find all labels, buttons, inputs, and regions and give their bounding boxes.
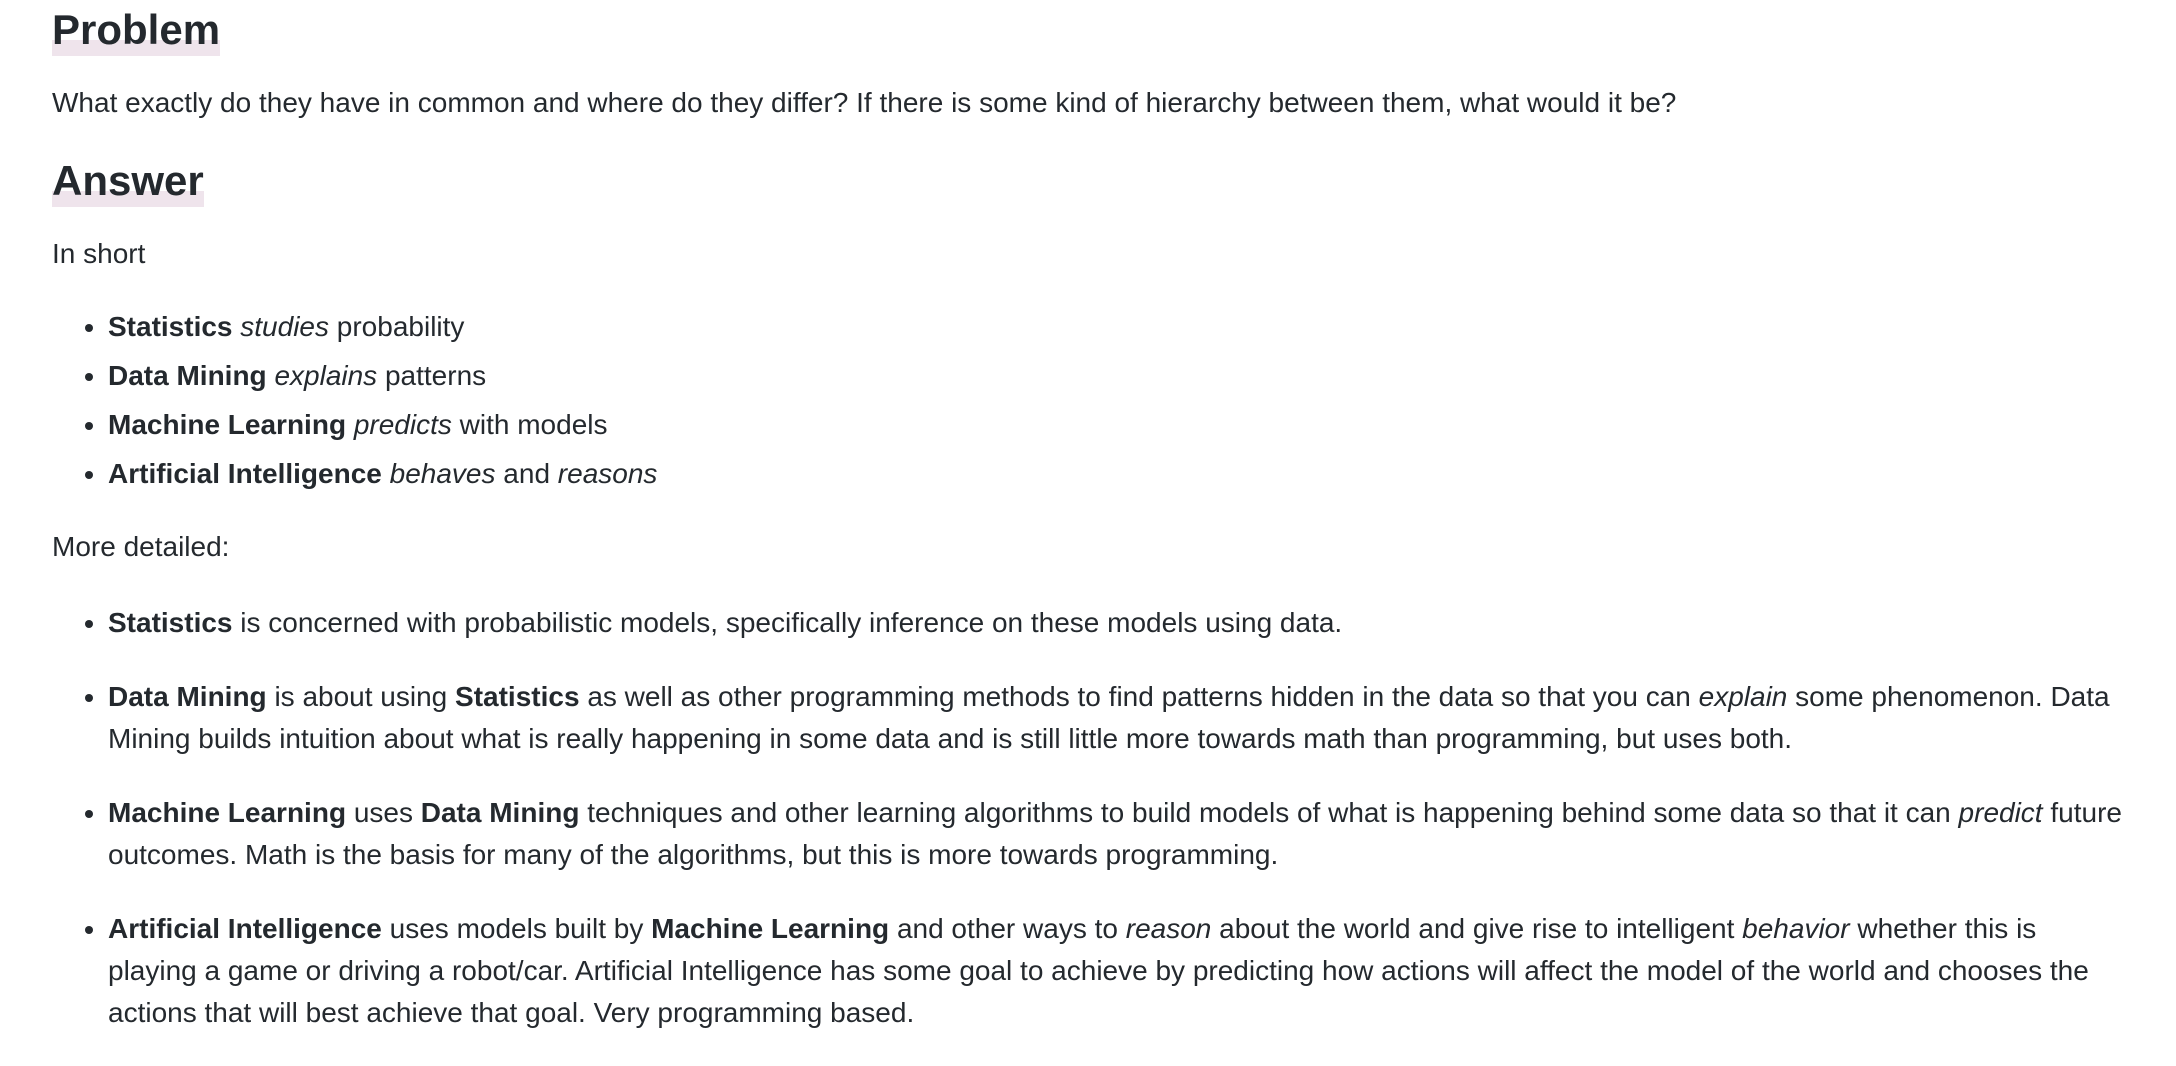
text: is concerned with probabilistic models, … bbox=[240, 607, 1343, 638]
answer-document: Problem What exactly do they have in com… bbox=[0, 0, 2176, 1052]
term: Artificial Intelligence bbox=[108, 913, 382, 944]
answer-heading: Answer bbox=[52, 155, 204, 207]
verb: predicts bbox=[353, 409, 452, 440]
text: uses models built by bbox=[389, 913, 644, 944]
emphasis: behavior bbox=[1742, 913, 1850, 944]
list-item: Machine Learning predicts with models bbox=[108, 404, 2132, 453]
in-short-label: In short bbox=[52, 238, 146, 269]
term: Artificial Intelligence bbox=[108, 458, 382, 489]
text: uses bbox=[353, 797, 413, 828]
text: is about using bbox=[274, 681, 448, 712]
conjunction: and bbox=[503, 458, 551, 489]
verb: behaves bbox=[389, 458, 496, 489]
list-item: Data Mining explains patterns bbox=[108, 355, 2132, 404]
detailed-list: Statistics is concerned with probabilist… bbox=[52, 602, 2132, 1066]
term: Machine Learning bbox=[651, 913, 890, 944]
problem-question: What exactly do they have in common and … bbox=[52, 87, 1677, 118]
text: techniques and other learning algorithms… bbox=[587, 797, 1951, 828]
term: Statistics bbox=[455, 681, 580, 712]
more-detailed-label: More detailed: bbox=[52, 531, 230, 562]
list-item: Machine Learning uses Data Mining techni… bbox=[108, 792, 2132, 876]
answer-heading-wrap: Answer bbox=[52, 155, 204, 215]
list-item: Data Mining is about using Statistics as… bbox=[108, 676, 2132, 760]
emphasis: predict bbox=[1958, 797, 2043, 828]
text: and other ways to bbox=[896, 913, 1118, 944]
verb: reasons bbox=[557, 458, 658, 489]
term: Data Mining bbox=[108, 681, 267, 712]
term: Statistics bbox=[108, 607, 233, 638]
rest: probability bbox=[336, 311, 465, 342]
list-item: Statistics studies probability bbox=[108, 306, 2132, 355]
verb: studies bbox=[240, 311, 329, 342]
rest: with models bbox=[459, 409, 608, 440]
term: Data Mining bbox=[108, 360, 267, 391]
term: Machine Learning bbox=[108, 797, 347, 828]
term: Statistics bbox=[108, 311, 233, 342]
list-item: Artificial Intelligence behaves and reas… bbox=[108, 453, 2132, 502]
term: Data Mining bbox=[420, 797, 580, 828]
verb: explains bbox=[274, 360, 378, 391]
text: as well as other programming methods to … bbox=[587, 681, 1691, 712]
problem-heading: Problem bbox=[52, 4, 221, 56]
emphasis: reason bbox=[1125, 913, 1212, 944]
list-item: Artificial Intelligence uses models buil… bbox=[108, 908, 2132, 1034]
short-summary-list: Statistics studies probability Data Mini… bbox=[52, 306, 2132, 502]
rest: patterns bbox=[384, 360, 487, 391]
list-item: Statistics is concerned with probabilist… bbox=[108, 602, 2132, 644]
problem-heading-wrap: Problem bbox=[52, 4, 221, 64]
term: Machine Learning bbox=[108, 409, 347, 440]
emphasis: explain bbox=[1698, 681, 1788, 712]
text: about the world and give rise to intelli… bbox=[1219, 913, 1735, 944]
